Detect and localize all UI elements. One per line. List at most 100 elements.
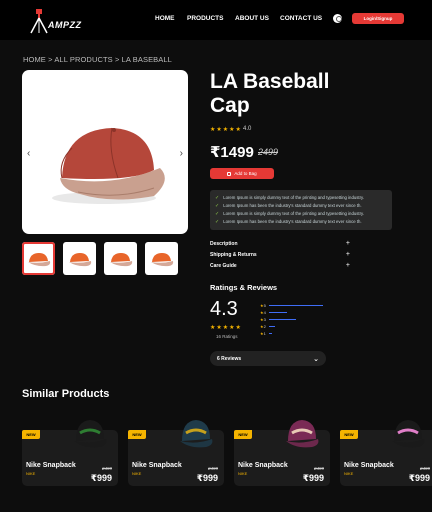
- product-main-image: ‹ ›: [22, 70, 188, 234]
- reviews-dropdown[interactable]: 6 Reviews ⌄: [210, 351, 326, 366]
- brand-logo[interactable]: AMPZZ: [28, 8, 88, 34]
- plus-icon: +: [345, 262, 350, 269]
- rating-bar-fill: [269, 304, 323, 306]
- rating-bar-track: [269, 318, 329, 320]
- reviews-label: 6 Reviews: [217, 355, 242, 362]
- product-card[interactable]: NEW Nike Snapback NIKE 2499 ₹999: [128, 420, 224, 486]
- cap-image: [52, 127, 165, 204]
- product-card-old-price: 2499: [207, 466, 218, 471]
- cap-image: [180, 420, 213, 448]
- rating-bar-label: ★2: [260, 324, 266, 329]
- thumbnail-4[interactable]: [145, 242, 178, 275]
- rating-bar-fill: [269, 311, 287, 313]
- thumbnail-3[interactable]: [104, 242, 137, 275]
- similar-products-title: Similar Products: [22, 388, 110, 400]
- accordion-shipping-returns[interactable]: Shipping & Returns +: [210, 251, 350, 262]
- nav-home[interactable]: HOME: [155, 15, 175, 22]
- rating-bar-label: ★5: [260, 303, 266, 308]
- rating-bar-row: ★5: [260, 302, 329, 308]
- add-to-bag-label: Add to Bag: [234, 171, 257, 176]
- cap-thumbnail: [27, 252, 50, 266]
- rating-bar-label: ★1: [260, 331, 266, 336]
- rating-bar-row: ★2: [260, 323, 329, 329]
- accordion-label: Shipping & Returns: [210, 252, 257, 258]
- product-card-old-price: 2499: [313, 466, 324, 471]
- rating-bar-number: 4: [263, 309, 266, 315]
- cap-thumbnail: [150, 252, 173, 266]
- feature-item: ✓ Lorem Ipsum is simply dummy text of the…: [215, 210, 387, 218]
- new-badge: NEW: [340, 430, 358, 439]
- thumbnail-1[interactable]: [22, 242, 55, 275]
- user-icon[interactable]: [333, 14, 342, 23]
- feature-text: Lorem Ipsum has been the industry's stan…: [223, 219, 362, 224]
- rating-bar-label: ★3: [260, 317, 266, 322]
- product-card-brand: NIKE: [26, 471, 36, 476]
- rating-bar-track: [269, 332, 329, 334]
- product-card-old-price: 2499: [419, 466, 430, 471]
- rating-bar-track: [269, 304, 329, 306]
- plus-icon: +: [345, 251, 350, 258]
- average-rating-stars: ★★★★★: [210, 325, 242, 331]
- product-card-price: ₹999: [90, 473, 112, 483]
- rating-count: 16 Ratings: [216, 334, 238, 339]
- cap-image: [74, 420, 107, 448]
- feature-text: Lorem Ipsum is simply dummy text of the …: [223, 195, 365, 200]
- nav-products[interactable]: PRODUCTS: [187, 15, 223, 22]
- product-card-brand: NIKE: [238, 471, 248, 476]
- new-badge: NEW: [128, 430, 146, 439]
- thumbnail-2[interactable]: [63, 242, 96, 275]
- logo-text: AMPZZ: [48, 20, 82, 30]
- rating-bar-number: 3: [263, 316, 266, 322]
- product-rating-value: 4.0: [243, 126, 252, 132]
- accordion-label: Care Guide: [210, 263, 237, 269]
- product-card-price: ₹999: [408, 473, 430, 483]
- rating-bar-row: ★3: [260, 316, 329, 322]
- rating-bar-fill: [269, 318, 296, 320]
- rating-bar-track: [269, 325, 329, 327]
- product-card[interactable]: NEW Nike Snapback NIKE 2499 ₹999: [340, 420, 432, 486]
- bag-icon: [227, 171, 232, 176]
- cap-thumbnail: [109, 252, 132, 266]
- rating-bar-number: 1: [263, 330, 266, 336]
- product-card-price: ₹999: [302, 473, 324, 483]
- product-card-brand: NIKE: [344, 471, 354, 476]
- product-card-name: Nike Snapback: [344, 462, 394, 469]
- nav-contact-us[interactable]: CONTACT US: [280, 15, 322, 22]
- accordion-label: Description: [210, 241, 238, 247]
- product-card-old-price: 2499: [101, 466, 112, 471]
- feature-text: Lorem Ipsum is simply dummy text of the …: [223, 211, 365, 216]
- chevron-down-icon: ⌄: [313, 355, 319, 363]
- login-signup-button[interactable]: Login/Signup: [352, 13, 404, 24]
- average-rating: 4.3: [210, 298, 238, 320]
- feature-item: ✓ Lorem Ipsum is simply dummy text of the…: [215, 194, 387, 202]
- plus-icon: +: [345, 240, 350, 247]
- breadcrumb[interactable]: HOME > ALL PRODUCTS > LA BASEBALL: [23, 55, 172, 64]
- product-old-price: 2499: [258, 147, 279, 157]
- add-to-bag-button[interactable]: Add to Bag: [210, 168, 274, 179]
- product-card-price: ₹999: [196, 473, 218, 483]
- product-rating-stars: ★★★★★: [210, 127, 242, 133]
- site-header: AMPZZ HOME PRODUCTS ABOUT US CONTACT US …: [0, 0, 432, 40]
- rating-bar-track: [269, 311, 329, 313]
- check-icon: ✓: [215, 211, 220, 217]
- cap-image: [286, 420, 319, 448]
- new-badge: NEW: [22, 430, 40, 439]
- accordion-care-guide[interactable]: Care Guide +: [210, 262, 350, 273]
- check-icon: ✓: [215, 203, 220, 209]
- tripod-logo-icon: [30, 9, 48, 34]
- new-badge: NEW: [234, 430, 252, 439]
- nav-about-us[interactable]: ABOUT US: [235, 15, 269, 22]
- rating-bar-row: ★1: [260, 330, 329, 336]
- product-card-name: Nike Snapback: [26, 462, 76, 469]
- feature-list: ✓ Lorem Ipsum is simply dummy text of the…: [210, 190, 392, 230]
- cap-thumbnail: [68, 252, 91, 266]
- product-card-brand: NIKE: [132, 471, 142, 476]
- rating-bar-number: 5: [263, 302, 266, 308]
- thumbnail-strip: [22, 242, 178, 275]
- accordion-description[interactable]: Description +: [210, 240, 350, 251]
- product-card[interactable]: NEW Nike Snapback NIKE 2499 ₹999: [22, 420, 118, 486]
- rating-bar-row: ★4: [260, 309, 329, 315]
- product-card[interactable]: NEW Nike Snapback NIKE 2499 ₹999: [234, 420, 330, 486]
- rating-bar-fill: [269, 325, 275, 327]
- product-card-name: Nike Snapback: [132, 462, 182, 469]
